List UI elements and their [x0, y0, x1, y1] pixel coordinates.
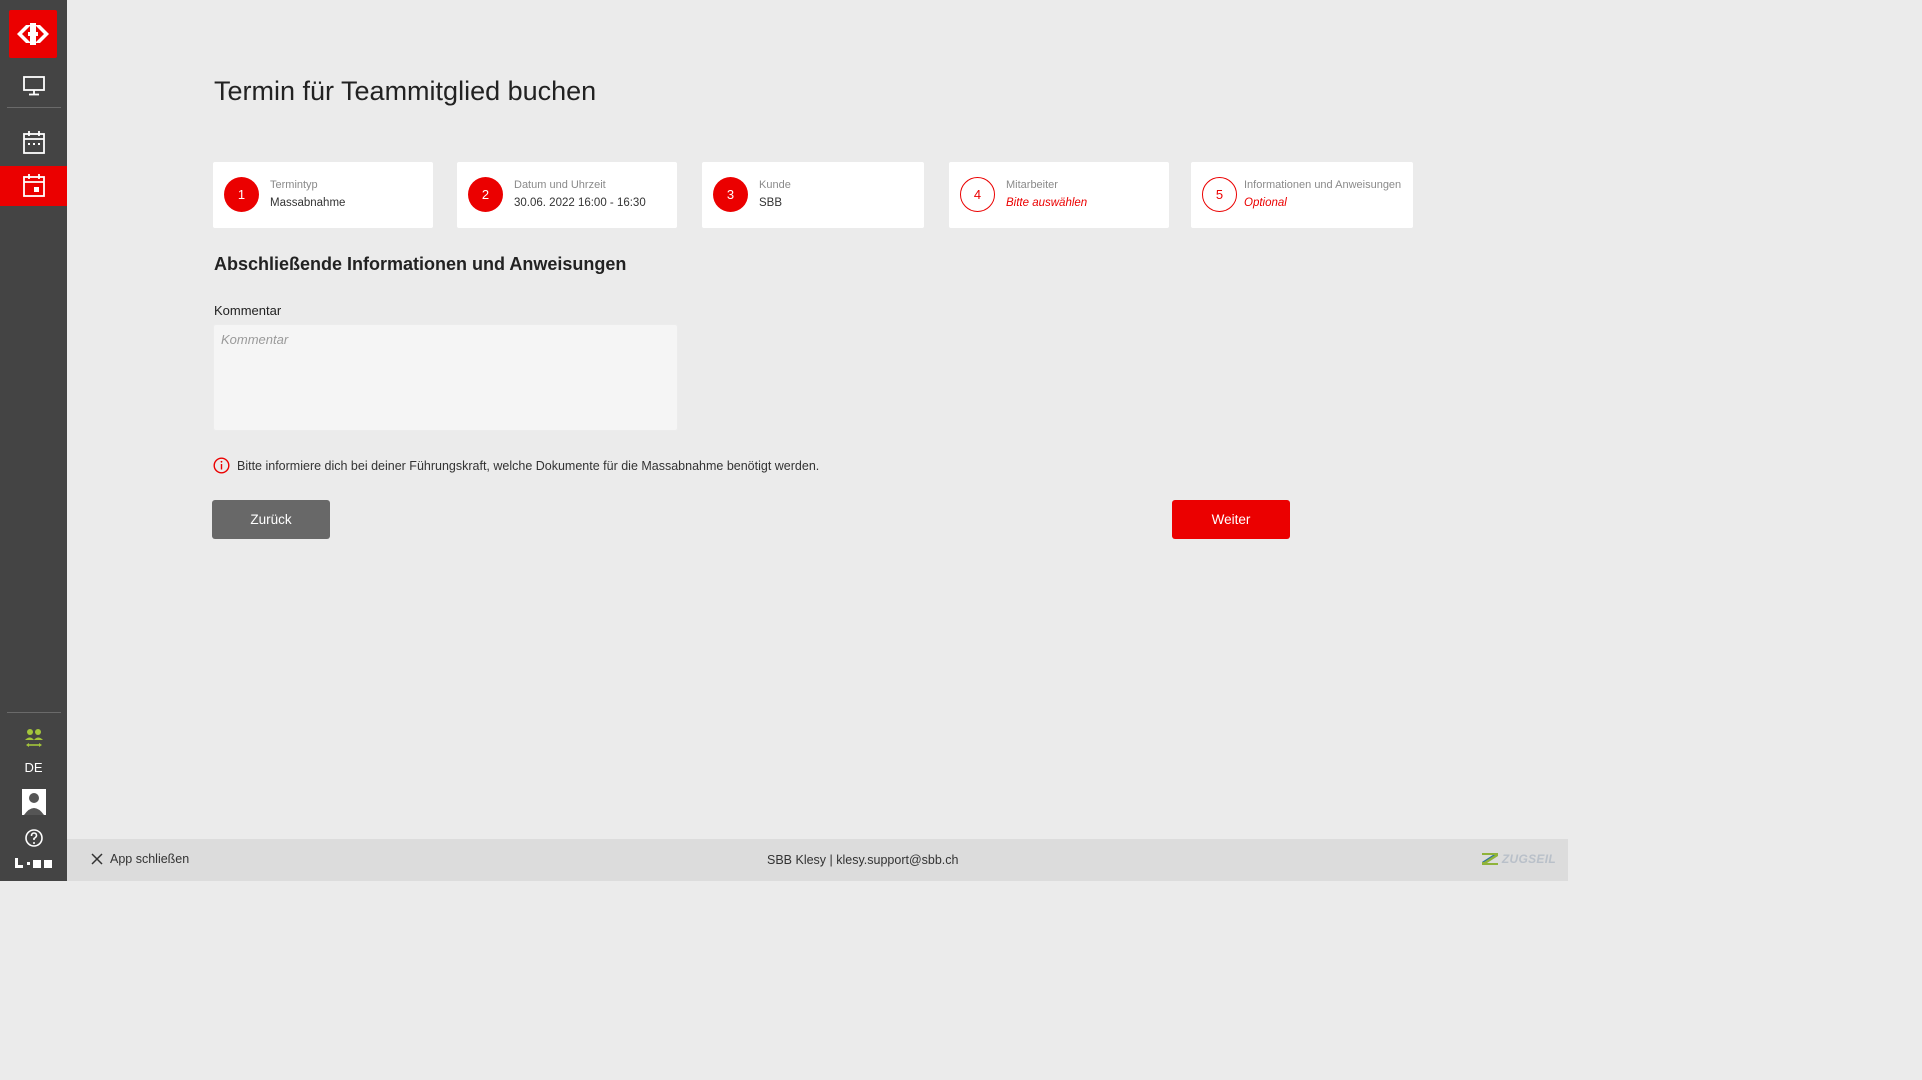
- comment-label: Kommentar: [214, 303, 282, 318]
- help-button[interactable]: [0, 818, 67, 858]
- back-button[interactable]: Zurück: [212, 500, 330, 539]
- sidebar: DE: [0, 0, 67, 881]
- calendar-nav-button[interactable]: [0, 123, 67, 163]
- step-informationen[interactable]: 5 Informationen und Anweisungen Optional: [1191, 162, 1413, 228]
- step-kunde[interactable]: 3 Kunde SBB: [702, 162, 924, 228]
- step-number: 3: [713, 177, 748, 212]
- next-button[interactable]: Weiter: [1172, 500, 1290, 539]
- page-title: Termin für Teammitglied buchen: [214, 76, 597, 106]
- language-switch[interactable]: DE: [0, 760, 67, 775]
- step-label: Termintyp: [270, 179, 318, 191]
- sidebar-divider: [7, 107, 61, 108]
- step-label: Informationen und Anweisungen: [1244, 179, 1402, 191]
- close-app-button[interactable]: App schließen: [91, 852, 189, 866]
- info-text: Bitte informiere dich bei deiner Führung…: [237, 458, 820, 473]
- comment-textarea[interactable]: [213, 324, 678, 431]
- calendar-icon: [22, 131, 45, 154]
- zugseil-logo: ZUGSEIL: [1481, 852, 1556, 866]
- step-value: Bitte auswählen: [1006, 197, 1088, 209]
- brand-mark-icon: [15, 858, 52, 868]
- sbb-arrows-icon: [17, 23, 49, 45]
- sbb-logo[interactable]: [9, 10, 57, 58]
- info-hint: Bitte informiere dich bei deiner Führung…: [213, 457, 819, 474]
- footer: App schließen SBB Klesy | klesy.support@…: [67, 839, 1568, 881]
- team-switch-button[interactable]: [0, 718, 67, 758]
- close-app-label: App schließen: [110, 852, 190, 866]
- user-avatar-icon: [21, 789, 46, 815]
- step-datum-uhrzeit[interactable]: 2 Datum und Uhrzeit 30.06. 2022 16:00 - …: [457, 162, 677, 228]
- monitor-icon: [22, 76, 45, 96]
- zugseil-z-icon: [1481, 853, 1498, 865]
- step-value: Massabnahme: [270, 197, 346, 209]
- step-label: Datum und Uhrzeit: [514, 179, 606, 191]
- team-swap-icon: [24, 729, 43, 747]
- calendar-event-nav-button[interactable]: [0, 166, 67, 206]
- sidebar-divider: [7, 712, 61, 713]
- section-title: Abschließende Informationen und Anweisun…: [214, 254, 627, 274]
- step-mitarbeiter[interactable]: 4 Mitarbeiter Bitte auswählen: [949, 162, 1169, 228]
- monitor-nav-button[interactable]: [0, 66, 67, 106]
- step-label: Mitarbeiter: [1006, 179, 1058, 191]
- profile-button[interactable]: [0, 782, 67, 822]
- step-number: 4: [960, 177, 995, 212]
- step-number: 5: [1202, 177, 1237, 212]
- step-label: Kunde: [759, 179, 791, 191]
- info-icon: [213, 457, 230, 474]
- step-value: 30.06. 2022 16:00 - 16:30: [514, 197, 646, 209]
- step-termintyp[interactable]: 1 Termintyp Massabnahme: [213, 162, 433, 228]
- step-number: 1: [224, 177, 259, 212]
- help-icon: [24, 829, 43, 847]
- close-icon: [91, 853, 103, 865]
- step-value: Optional: [1244, 197, 1287, 209]
- brand-name: ZUGSEIL: [1501, 852, 1556, 866]
- step-value: SBB: [759, 197, 783, 209]
- support-info: SBB Klesy | klesy.support@sbb.ch: [767, 853, 959, 867]
- step-number: 2: [468, 177, 503, 212]
- calendar-event-icon: [22, 174, 45, 197]
